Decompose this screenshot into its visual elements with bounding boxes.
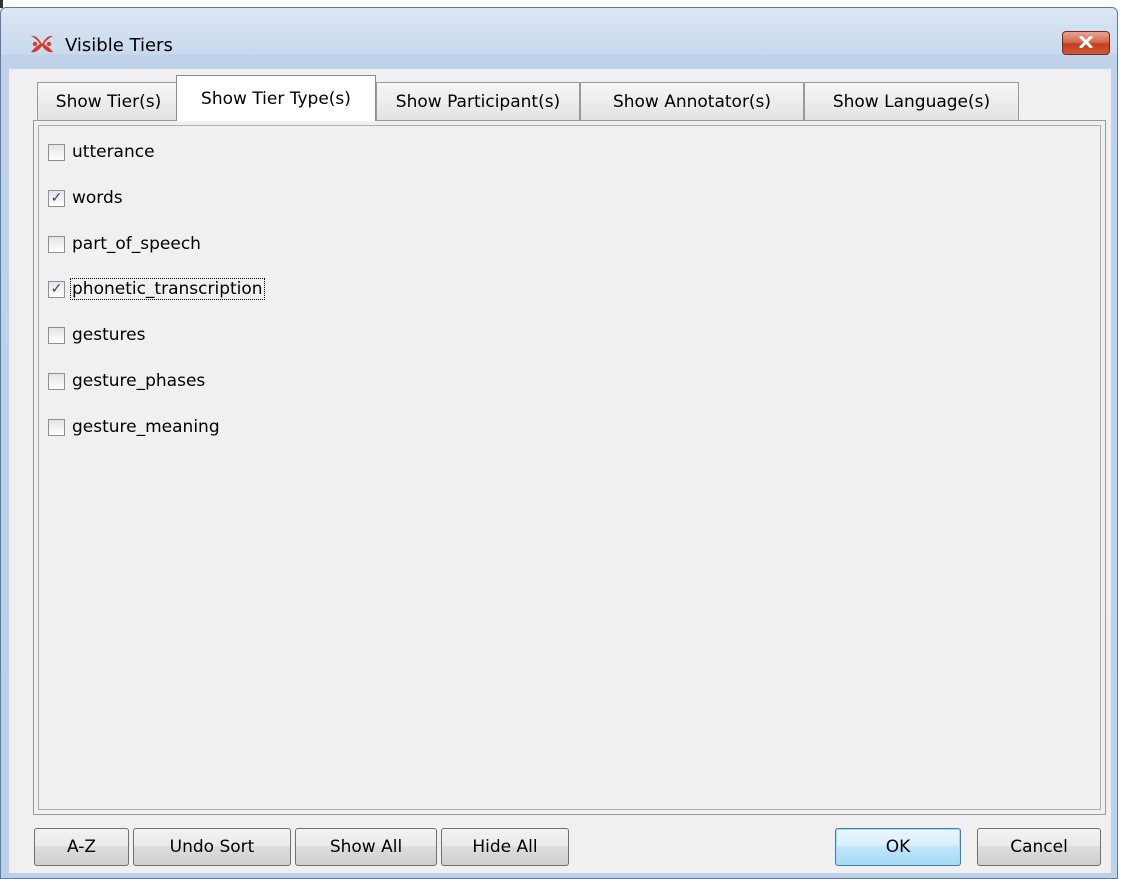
list-item-gestures[interactable]: gestures	[48, 321, 146, 349]
hide-all-button[interactable]: Hide All	[441, 828, 569, 866]
close-button[interactable]	[1062, 31, 1110, 55]
undo-sort-button[interactable]: Undo Sort	[133, 828, 291, 866]
tab-show-languages[interactable]: Show Language(s)	[804, 82, 1019, 120]
list-item-part-of-speech[interactable]: part_of_speech	[48, 230, 202, 258]
list-item-gesture-phases[interactable]: gesture_phases	[48, 367, 206, 395]
window-title: Visible Tiers	[65, 35, 173, 56]
checkbox-label: phonetic_transcription	[70, 278, 265, 300]
tab-show-participants[interactable]: Show Participant(s)	[376, 82, 580, 120]
checkbox-label: part_of_speech	[72, 234, 201, 254]
tier-type-list: utterance ✓ words part_of_speech ✓ phone…	[38, 125, 1101, 810]
checkbox-label: gesture_meaning	[72, 417, 220, 437]
cancel-button[interactable]: Cancel	[977, 828, 1101, 866]
checkbox-utterance[interactable]	[48, 143, 65, 161]
checkbox-words[interactable]: ✓	[48, 189, 65, 207]
checkbox-gesture-phases[interactable]	[48, 372, 65, 390]
ok-button[interactable]: OK	[835, 828, 961, 866]
tab-content-panel: utterance ✓ words part_of_speech ✓ phone…	[33, 120, 1106, 815]
checkbox-gesture-meaning[interactable]	[48, 418, 65, 436]
list-item-words[interactable]: ✓ words	[48, 184, 124, 212]
close-icon	[1079, 33, 1093, 53]
dialog-window: Visible Tiers Show Tier(s) Show Tier Typ…	[0, 7, 1118, 879]
list-item-utterance[interactable]: utterance	[48, 138, 156, 166]
elan-logo-icon	[29, 33, 55, 55]
tab-show-tiers[interactable]: Show Tier(s)	[37, 82, 180, 120]
checkbox-label: gesture_phases	[72, 371, 206, 391]
sort-az-button[interactable]: A-Z	[34, 828, 129, 866]
checkbox-label: gestures	[72, 325, 146, 345]
checkbox-part-of-speech[interactable]	[48, 235, 65, 253]
tab-show-tier-types[interactable]: Show Tier Type(s)	[176, 75, 376, 121]
list-item-phonetic-transcription[interactable]: ✓ phonetic_transcription	[48, 275, 265, 303]
list-item-gesture-meaning[interactable]: gesture_meaning	[48, 413, 221, 441]
checkbox-phonetic-transcription[interactable]: ✓	[48, 280, 65, 298]
dialog-body: Show Tier(s) Show Tier Type(s) Show Part…	[9, 69, 1111, 873]
checkbox-label: utterance	[72, 142, 155, 162]
show-all-button[interactable]: Show All	[295, 828, 437, 866]
tab-show-annotators[interactable]: Show Annotator(s)	[580, 82, 804, 120]
checkbox-label: words	[72, 188, 123, 208]
title-bar[interactable]: Visible Tiers	[1, 8, 1117, 58]
checkbox-gestures[interactable]	[48, 326, 65, 344]
